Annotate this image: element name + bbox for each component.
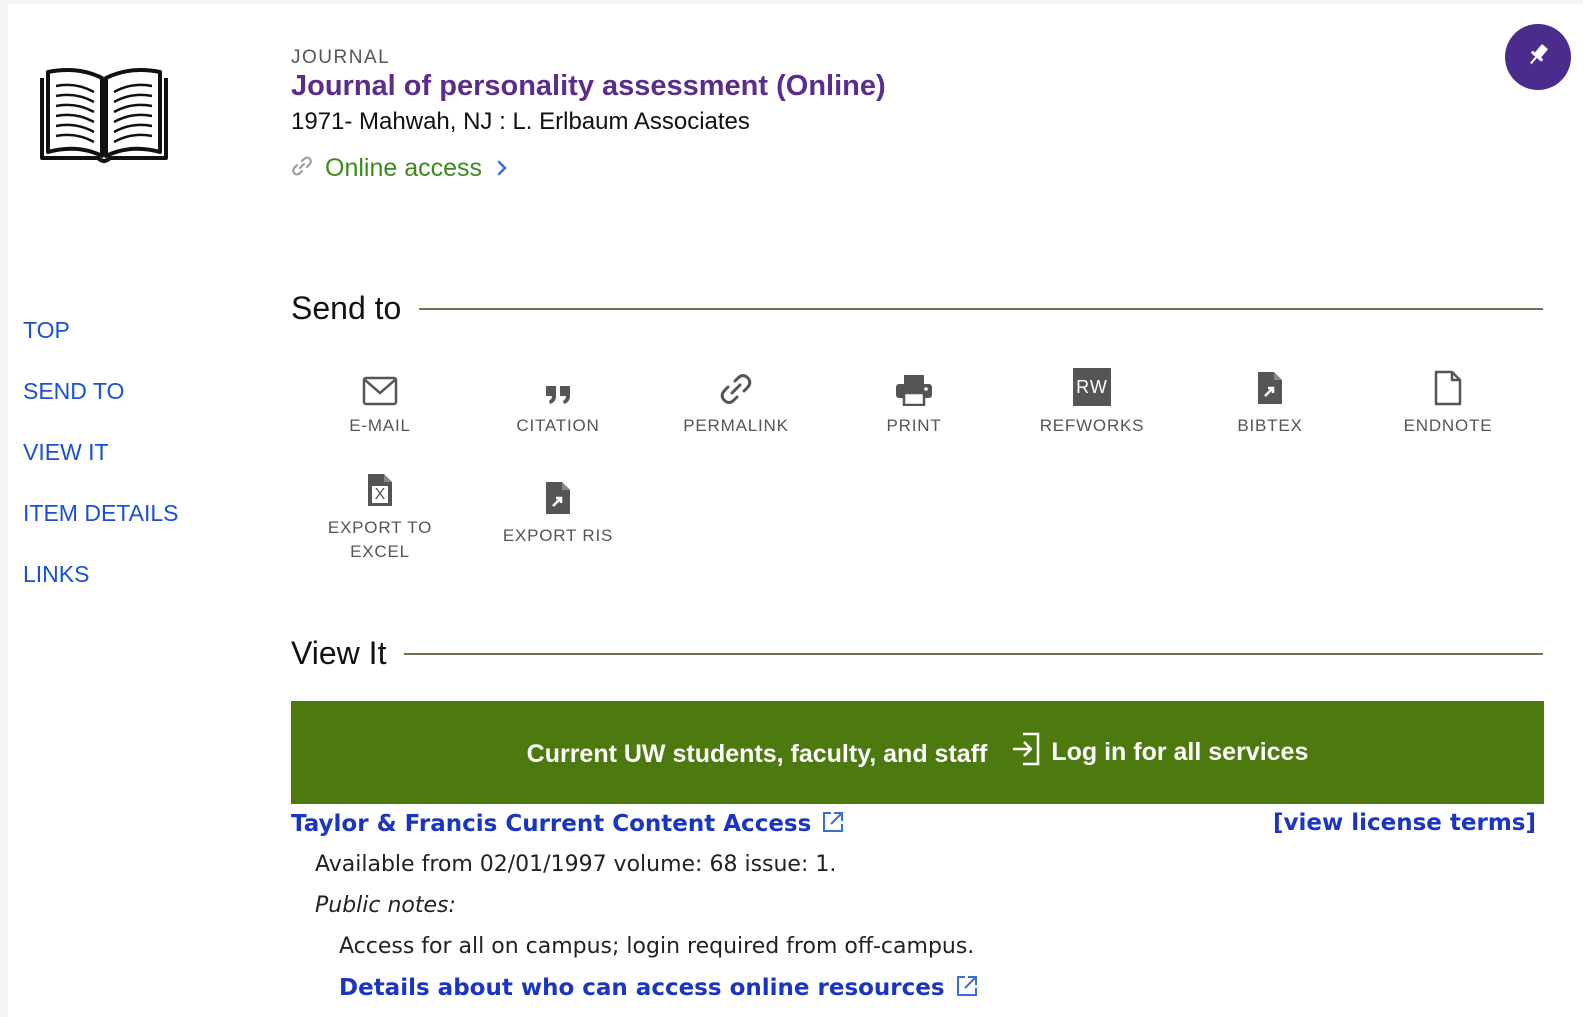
- access-details-link[interactable]: Details about who can access online reso…: [339, 974, 979, 1002]
- public-notes-text: Access for all on campus; login required…: [339, 934, 975, 959]
- side-nav-links[interactable]: LINKS: [23, 561, 179, 622]
- export-ris-button[interactable]: EXPORT RIS: [469, 472, 647, 562]
- access-details-label: Details about who can access online reso…: [339, 975, 945, 1001]
- ris-file-icon: [544, 472, 572, 516]
- print-button[interactable]: PRINT: [825, 362, 1003, 452]
- book-icon: [38, 64, 170, 166]
- login-banner-audience: Current UW students, faculty, and staff: [526, 740, 988, 768]
- bibtex-label: BIBTEX: [1237, 416, 1303, 435]
- record-title[interactable]: Journal of personality assessment (Onlin…: [291, 70, 886, 103]
- side-nav-send-to[interactable]: SEND TO: [23, 378, 179, 439]
- view-license-terms-link[interactable]: [view license terms]: [1273, 810, 1536, 836]
- bibtex-button[interactable]: BIBTEX: [1181, 362, 1359, 452]
- view-it-divider: [404, 652, 1543, 655]
- view-it-heading: View It: [291, 635, 1543, 672]
- endnote-button[interactable]: ENDNOTE: [1359, 362, 1537, 452]
- view-it-title: View It: [291, 635, 387, 671]
- side-nav-view-it[interactable]: VIEW IT: [23, 439, 179, 500]
- email-button[interactable]: E-MAIL: [291, 362, 469, 452]
- citation-button[interactable]: CITATION: [469, 362, 647, 452]
- send-to-actions: E-MAIL CITATION PERMALINK PRINT RW REFWO…: [291, 362, 1551, 562]
- public-notes-label: Public notes:: [315, 893, 456, 918]
- side-nav-item-details[interactable]: ITEM DETAILS: [23, 500, 179, 561]
- provider-link[interactable]: Taylor & Francis Current Content Access: [291, 810, 845, 838]
- pushpin-icon: [1525, 42, 1551, 73]
- citation-label: CITATION: [516, 416, 600, 435]
- quote-icon: [544, 362, 572, 406]
- external-link-icon: [955, 974, 979, 1002]
- online-access-link[interactable]: Online access: [291, 154, 508, 183]
- online-access-label: Online access: [325, 154, 483, 182]
- document-icon: [1434, 362, 1462, 406]
- chevron-right-icon: [496, 159, 508, 182]
- permalink-label: PERMALINK: [683, 416, 789, 435]
- export-ris-label: EXPORT RIS: [502, 526, 614, 545]
- provider-name: Taylor & Francis Current Content Access: [291, 811, 812, 837]
- refworks-button[interactable]: RW REFWORKS: [1003, 362, 1181, 452]
- print-label: PRINT: [886, 416, 942, 435]
- side-nav-top[interactable]: TOP: [23, 317, 179, 378]
- export-excel-label: EXPORT TO EXCEL: [327, 518, 433, 561]
- export-excel-button[interactable]: X EXPORT TO EXCEL: [291, 472, 469, 562]
- permalink-button[interactable]: PERMALINK: [647, 362, 825, 452]
- refworks-label: REFWORKS: [1039, 416, 1145, 435]
- send-to-divider: [419, 307, 1543, 310]
- email-label: E-MAIL: [349, 416, 411, 435]
- sign-in-icon: [1011, 732, 1041, 773]
- availability-text: Available from 02/01/1997 volume: 68 iss…: [315, 852, 837, 877]
- record-type: JOURNAL: [291, 47, 391, 68]
- send-to-heading: Send to: [291, 290, 1543, 327]
- endnote-label: ENDNOTE: [1403, 416, 1493, 435]
- login-banner: Current UW students, faculty, and staff …: [291, 701, 1544, 804]
- page: JOURNAL Journal of personality assessmen…: [8, 4, 1583, 1017]
- excel-file-icon: X: [366, 472, 394, 508]
- login-label: Log in for all services: [1051, 738, 1309, 766]
- bibtex-file-icon: [1256, 362, 1284, 406]
- refworks-icon: RW: [1073, 362, 1111, 406]
- pin-record-button[interactable]: [1505, 24, 1571, 90]
- record-publication: 1971- Mahwah, NJ : L. Erlbaum Associates: [291, 108, 750, 135]
- login-button[interactable]: Log in for all services: [1011, 732, 1308, 773]
- envelope-icon: [362, 362, 398, 406]
- link-icon: [719, 362, 753, 406]
- printer-icon: [895, 362, 933, 406]
- send-to-title: Send to: [291, 290, 402, 326]
- external-link-icon: [821, 810, 845, 838]
- link-icon: [291, 155, 313, 182]
- side-nav: TOP SEND TO VIEW IT ITEM DETAILS LINKS: [23, 317, 179, 622]
